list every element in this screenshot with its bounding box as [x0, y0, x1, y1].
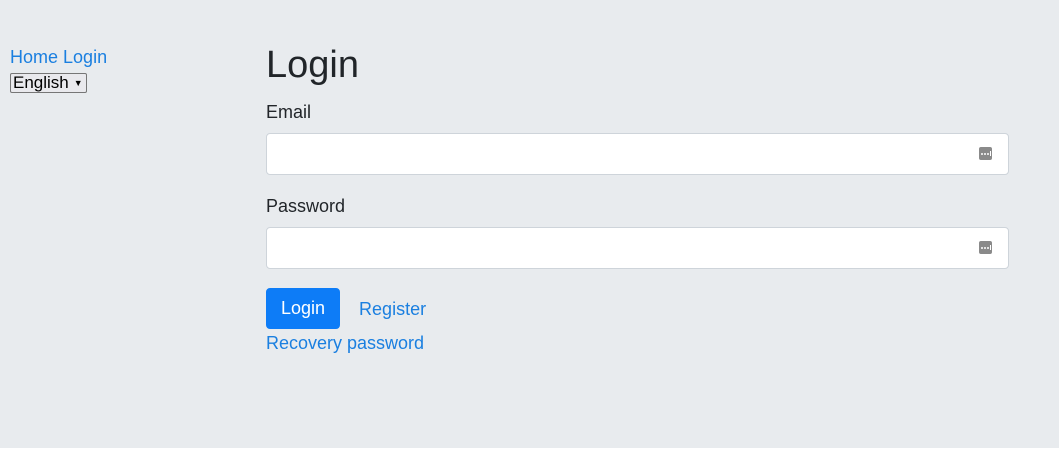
email-input[interactable]: [266, 133, 1009, 175]
login-button[interactable]: Login: [266, 288, 341, 329]
caret-down-icon: ▼: [73, 77, 83, 88]
recovery-password-link[interactable]: Recovery password: [266, 332, 1009, 354]
sidebar: Home Login English ▼: [10, 46, 210, 93]
autofill-key-icon[interactable]: [979, 241, 992, 254]
autofill-key-icon[interactable]: [979, 147, 992, 160]
password-field-wrapper: [266, 227, 1009, 269]
email-field-wrapper: [266, 133, 1009, 175]
page-title: Login: [266, 44, 359, 86]
nav-login-link[interactable]: Login: [63, 47, 107, 67]
language-select[interactable]: English ▼: [10, 73, 87, 93]
sidebar-nav: Home Login: [10, 46, 210, 68]
password-input[interactable]: [266, 227, 1009, 269]
login-form: Login Email Password Login Register Reco…: [266, 42, 1009, 354]
nav-home-link[interactable]: Home: [10, 47, 58, 67]
form-actions: Login Register: [266, 288, 1009, 329]
language-select-value: English: [13, 73, 69, 92]
email-label: Email: [266, 102, 312, 122]
password-label: Password: [266, 196, 346, 216]
page-background: Home Login English ▼ Login Email Passwor…: [0, 0, 1059, 448]
register-link[interactable]: Register: [359, 298, 426, 320]
